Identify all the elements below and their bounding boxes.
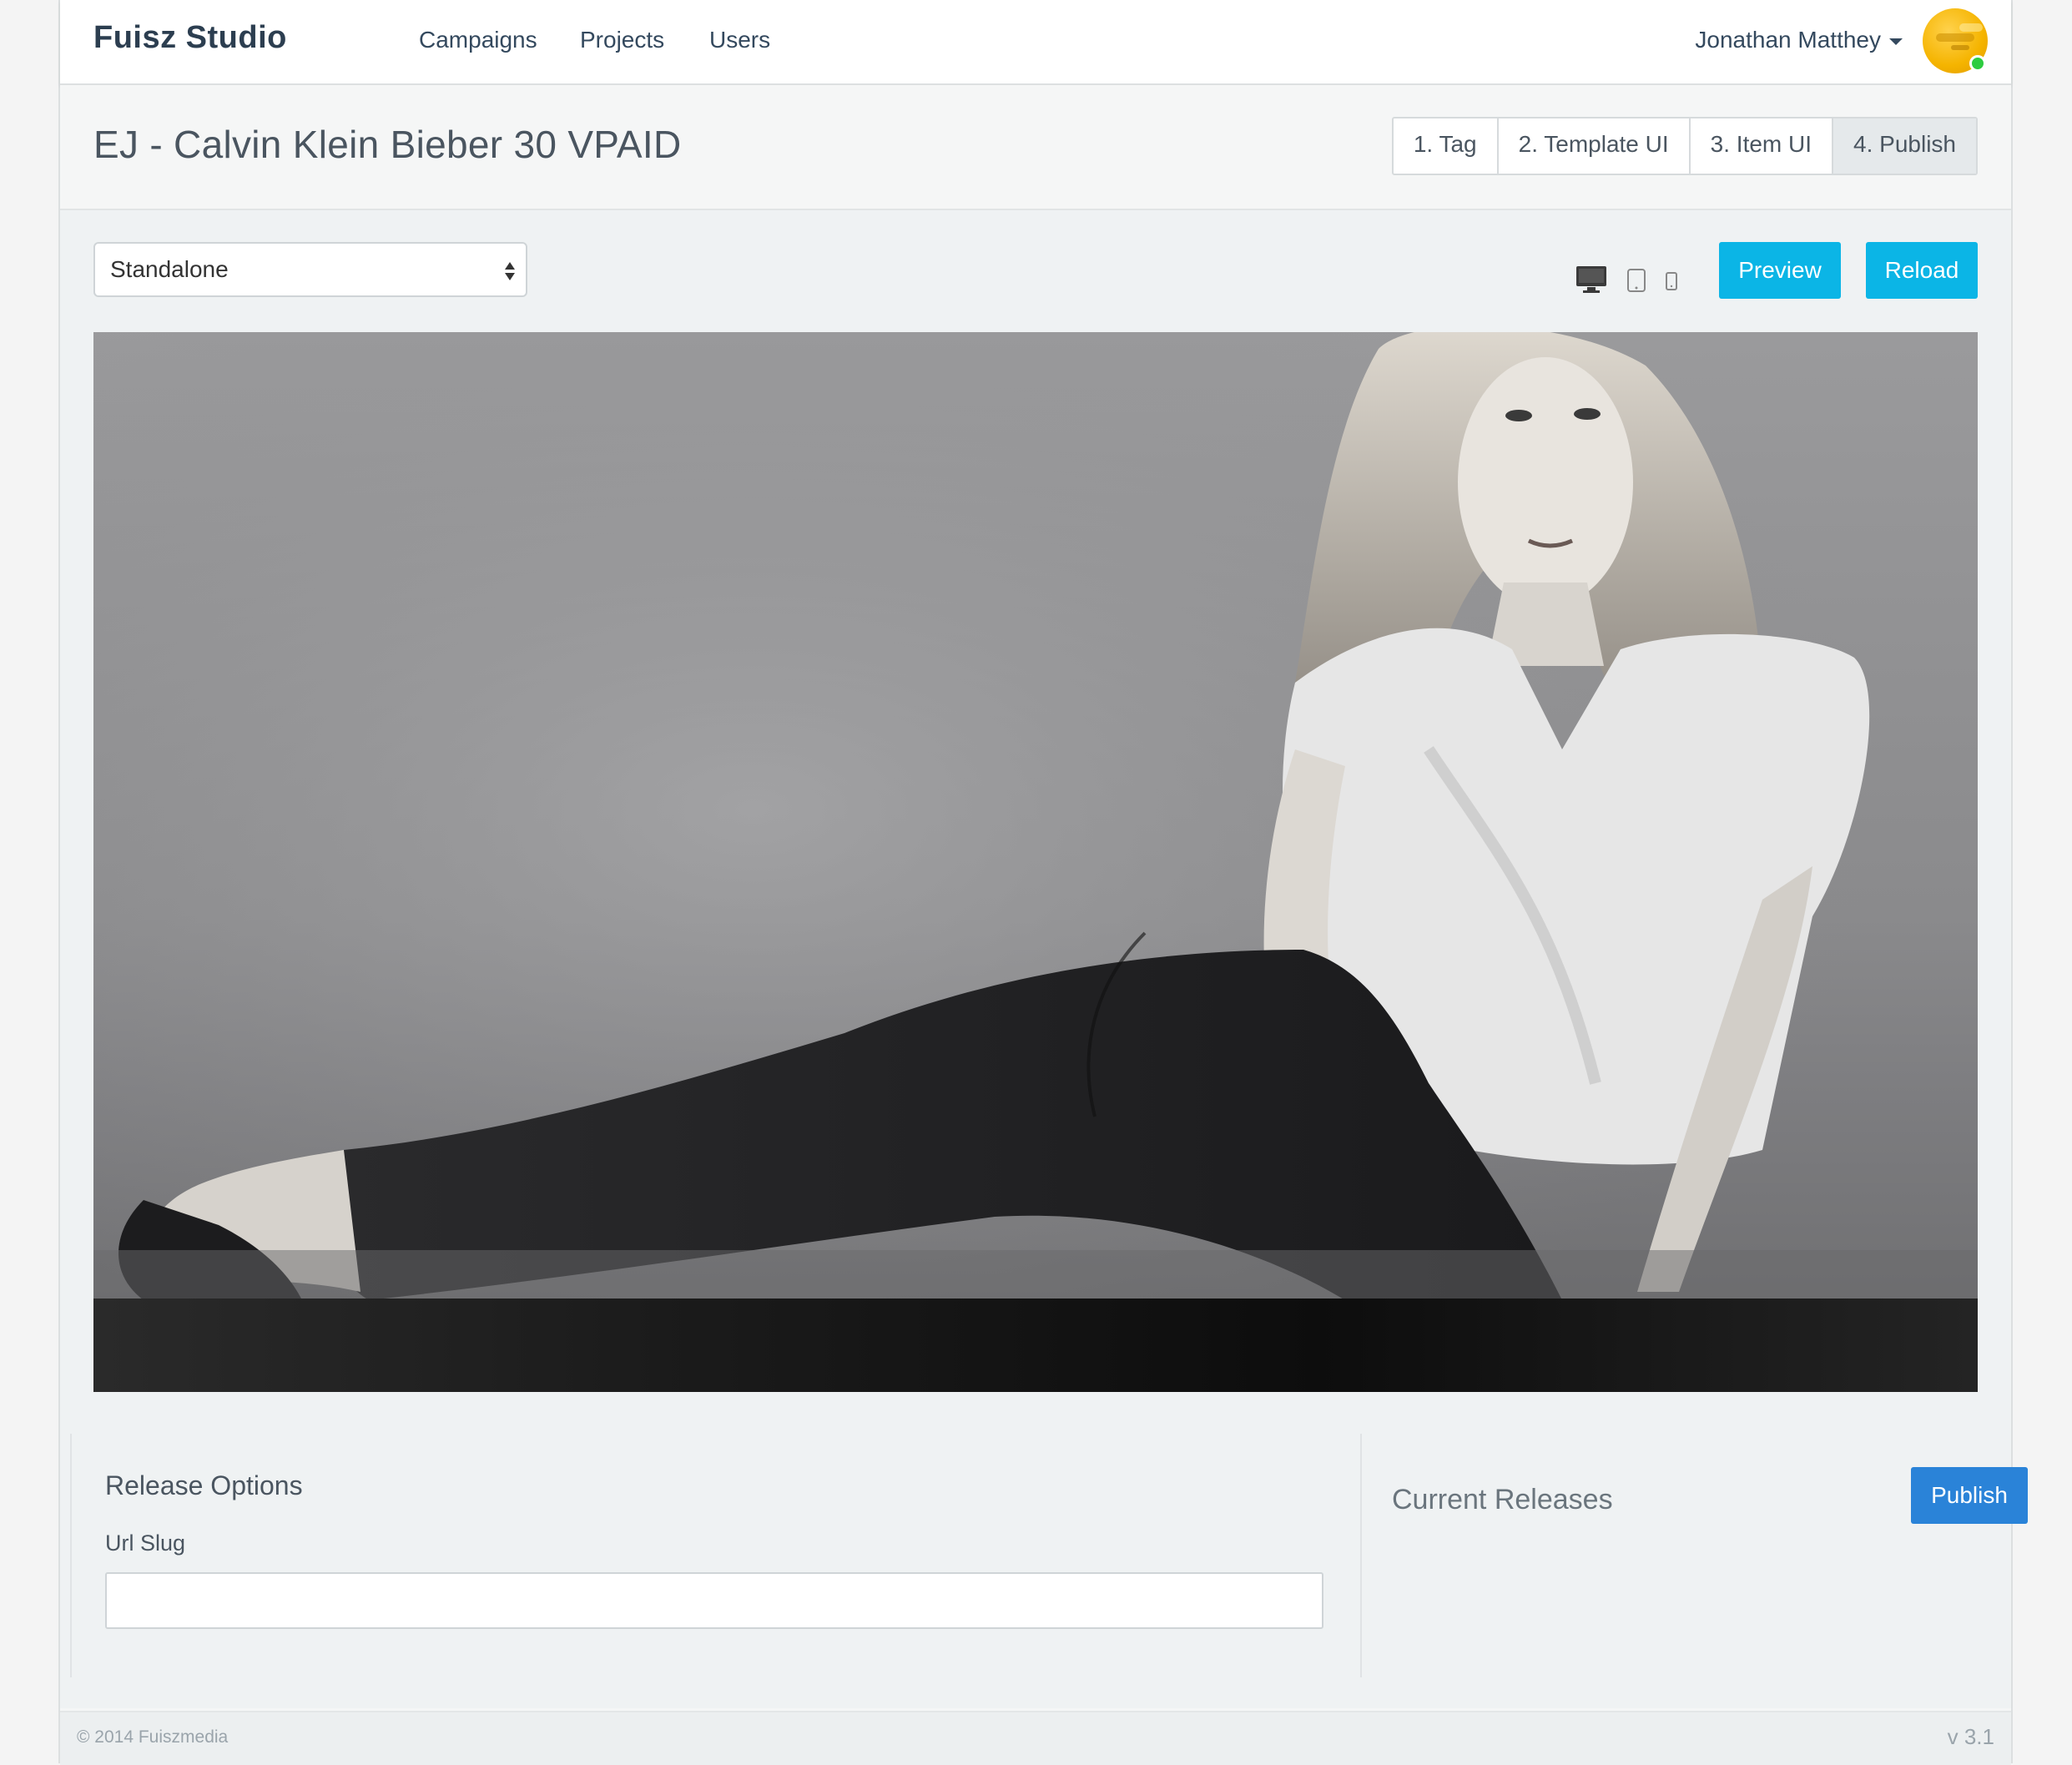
version-text: v 3.1 xyxy=(1947,1724,1994,1749)
release-section: Release Options Url Slug Current Release… xyxy=(70,1434,2028,1677)
url-slug-label: Url Slug xyxy=(105,1531,186,1556)
tab-item-ui[interactable]: 3. Item UI xyxy=(1691,119,1834,174)
top-navbar: Fuisz Studio Campaigns Projects Users Jo… xyxy=(60,0,2011,85)
release-options-title: Release Options xyxy=(105,1470,303,1500)
url-slug-input[interactable] xyxy=(105,1572,1323,1629)
format-select-value: Standalone xyxy=(110,256,229,282)
publish-button[interactable]: Publish xyxy=(1911,1467,2028,1524)
release-options-panel: Release Options Url Slug xyxy=(70,1434,1362,1677)
current-releases-title: Current Releases xyxy=(1392,1484,1613,1515)
caret-down-icon xyxy=(1889,38,1903,45)
tablet-icon[interactable] xyxy=(1627,269,1646,292)
desktop-icon[interactable] xyxy=(1575,265,1607,294)
brand-logo[interactable]: Fuisz Studio xyxy=(93,20,287,56)
phone-icon[interactable] xyxy=(1666,272,1677,290)
preview-bottom-strip xyxy=(93,1299,1978,1392)
step-tabs: 1. Tag 2. Template UI 3. Item UI 4. Publ… xyxy=(1391,117,1978,175)
page-header: EJ - Calvin Klein Bieber 30 VPAID 1. Tag… xyxy=(60,85,2011,210)
footer: © 2014 Fuiszmedia v 3.1 xyxy=(60,1711,2011,1765)
online-status-dot xyxy=(1969,55,1986,72)
nav-campaigns[interactable]: Campaigns xyxy=(419,27,537,53)
user-menu[interactable]: Jonathan Matthey xyxy=(1695,27,1903,53)
tab-tag[interactable]: 1. Tag xyxy=(1394,119,1499,174)
nav-users[interactable]: Users xyxy=(709,27,770,53)
page-title: EJ - Calvin Klein Bieber 30 VPAID xyxy=(93,123,682,166)
copyright-text: © 2014 Fuiszmedia xyxy=(77,1727,229,1747)
app-frame: Fuisz Studio Campaigns Projects Users Jo… xyxy=(58,0,2028,1765)
preview-button[interactable]: Preview xyxy=(1719,242,1841,299)
tab-publish[interactable]: 4. Publish xyxy=(1833,119,1976,174)
preview-photo xyxy=(93,332,1978,1392)
ad-preview-image xyxy=(93,332,1978,1392)
nav-projects[interactable]: Projects xyxy=(580,27,664,53)
reload-button[interactable]: Reload xyxy=(1866,242,1978,299)
user-name: Jonathan Matthey xyxy=(1695,27,1881,53)
main-content: Standalone Preview Reload Release Option… xyxy=(60,210,2028,1708)
select-arrows-icon xyxy=(505,262,515,280)
format-select[interactable]: Standalone xyxy=(93,242,527,297)
tab-template-ui[interactable]: 2. Template UI xyxy=(1499,119,1691,174)
